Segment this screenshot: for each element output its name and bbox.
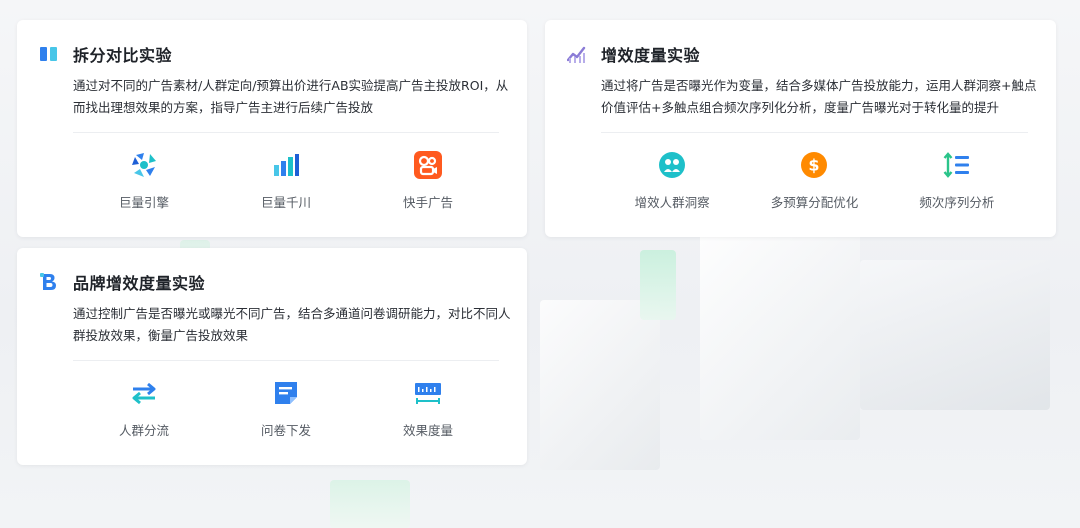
brand-b-icon [39,272,59,292]
swap-arrows-icon [129,378,159,408]
sequence-list-icon [942,150,972,180]
feature-label: 多预算分配优化 [770,195,859,210]
feature-label: 增效人群洞察 [634,195,710,210]
brand-lift-card[interactable]: 品牌增效度量实验 通过控制广告是否曝光或曝光不同广告，结合多通道问卷调研能力，对… [17,248,527,465]
card-title: 拆分对比实验 [73,46,173,65]
feature-effect-measure[interactable]: 效果度量 [357,378,499,448]
feature-audience-insight[interactable]: 增效人群洞察 [601,150,743,220]
feature-label: 巨量千川 [260,195,311,210]
feature-ocean-engine[interactable]: 巨量引擎 [73,150,215,220]
lift-measurement-card[interactable]: 增效度量实验 通过将广告是否曝光作为变量，结合多媒体广告投放能力，运用人群洞察+… [545,20,1056,237]
divider [73,132,499,133]
card-title: 品牌增效度量实验 [73,274,206,293]
card-description: 通过将广告是否曝光作为变量，结合多媒体广告投放能力，运用人群洞察+触点价值评估+… [601,78,1037,115]
split-test-card[interactable]: 拆分对比实验 通过对不同的广告素材/人群定向/预算出价进行AB实验提高广告主投放… [17,20,527,237]
background-cube [860,260,1050,410]
card-header: 增效度量实验 [567,42,700,66]
split-bars-icon [39,44,59,64]
ocean-engine-logo-icon [129,150,159,180]
feature-row: 人群分流 问卷下发 效果度量 [73,378,499,448]
dollar-coin-icon: $ [799,150,829,180]
qianchuan-logo-icon [271,150,301,180]
feature-budget-allocation[interactable]: $ 多预算分配优化 [743,150,885,220]
kuaishou-logo-icon [413,150,443,180]
feature-row: 巨量引擎 巨量千川 快手广告 [73,150,499,220]
background-cube-green [640,250,676,320]
ruler-icon [413,378,443,408]
background-cube [540,300,660,470]
feature-label: 快手广告 [402,195,453,210]
feature-kuaishou[interactable]: 快手广告 [357,150,499,220]
background-cube [700,230,860,440]
card-description: 通过控制广告是否曝光或曝光不同广告，结合多通道问卷调研能力，对比不同人群投放效果… [73,306,511,343]
card-title: 增效度量实验 [601,46,701,65]
feature-qianchuan[interactable]: 巨量千川 [215,150,357,220]
feature-audience-split[interactable]: 人群分流 [73,378,215,448]
feature-label: 效果度量 [402,423,453,438]
feature-questionnaire[interactable]: 问卷下发 [215,378,357,448]
feature-label: 人群分流 [118,423,169,438]
svg-text:$: $ [809,156,820,175]
card-header: 品牌增效度量实验 [39,270,205,294]
feature-row: 增效人群洞察 $ 多预算分配优化 频次序列分析 [601,150,1028,220]
background-cube-green [330,480,410,528]
divider [601,132,1028,133]
feature-label: 频次序列分析 [919,195,995,210]
trend-chart-icon [567,44,587,64]
audience-insight-icon [657,150,687,180]
feature-frequency-sequence[interactable]: 频次序列分析 [886,150,1028,220]
divider [73,360,499,361]
feature-label: 问卷下发 [260,423,311,438]
card-header: 拆分对比实验 [39,42,172,66]
card-description: 通过对不同的广告素材/人群定向/预算出价进行AB实验提高广告主投放ROI，从而找… [73,78,509,115]
questionnaire-icon [271,378,301,408]
feature-label: 巨量引擎 [118,195,169,210]
